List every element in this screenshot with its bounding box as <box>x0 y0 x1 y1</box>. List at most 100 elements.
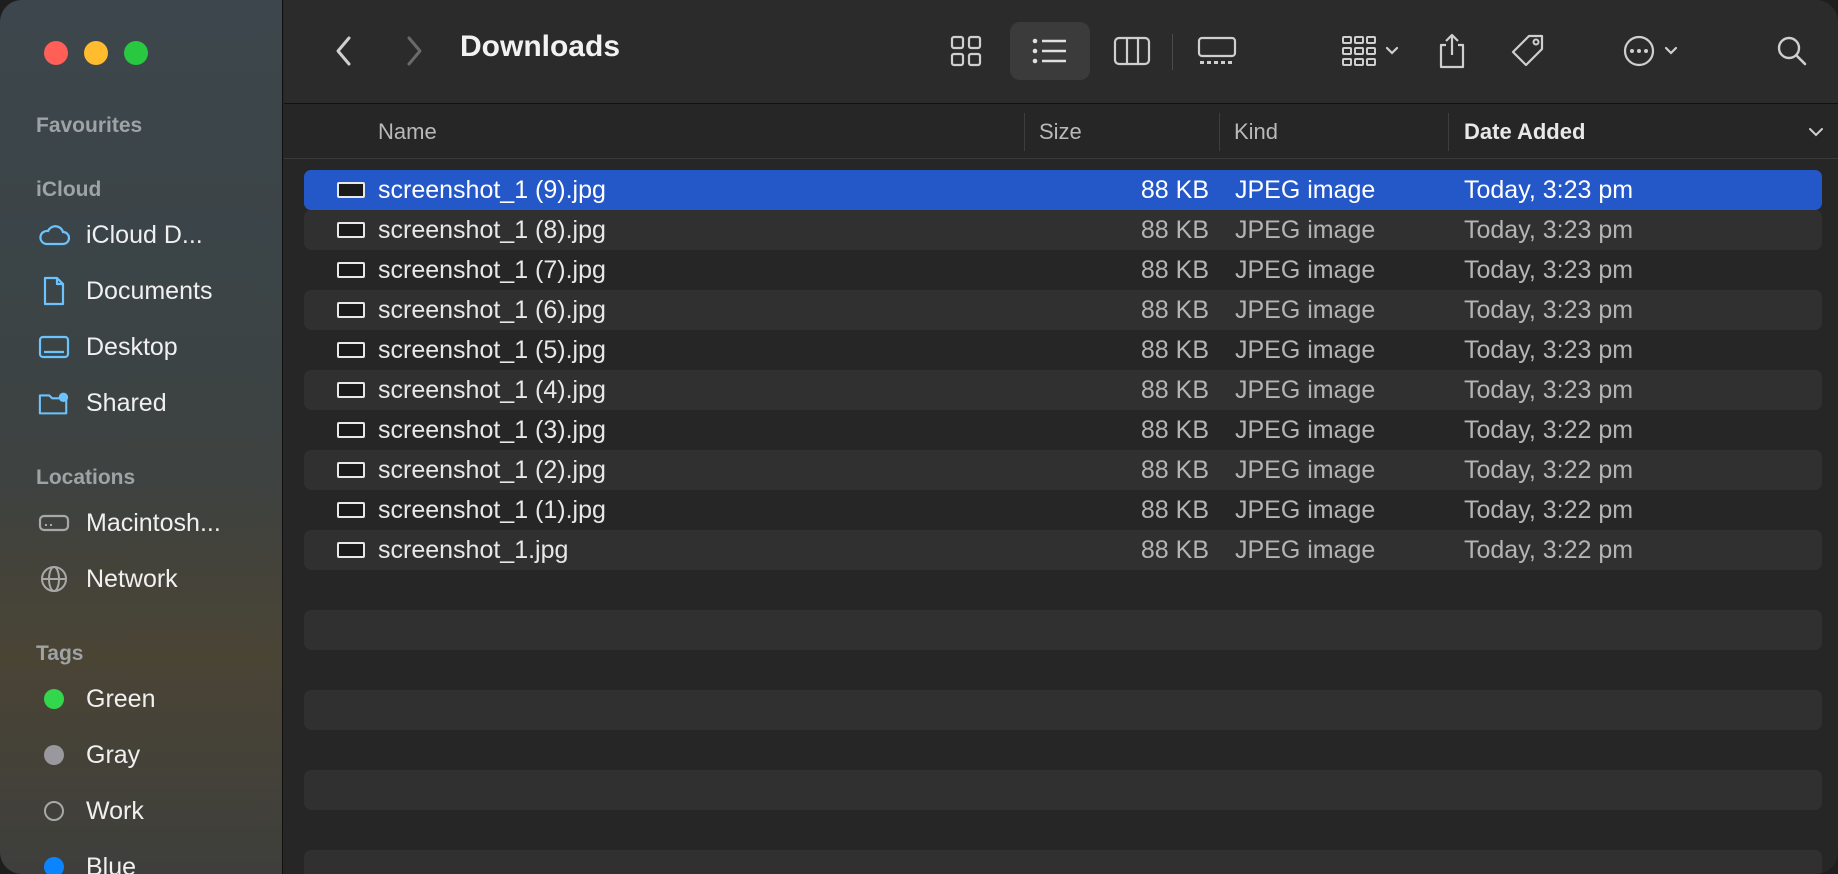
tag-button[interactable] <box>1500 22 1556 80</box>
file-row[interactable]: screenshot_1 (9).jpg 88 KB JPEG image Today… <box>304 170 1822 210</box>
file-date-added: Today, 3:23 pm <box>1464 176 1634 204</box>
column-date-added-header[interactable]: Date Added <box>1464 119 1585 145</box>
empty-row <box>304 650 1822 690</box>
sidebar-tag-work[interactable]: Work <box>38 791 144 831</box>
sidebar-item-label: Macintosh... <box>86 508 221 537</box>
file-date-added: Today, 3:22 pm <box>1464 496 1634 524</box>
file-date-added: Today, 3:22 pm <box>1464 456 1634 484</box>
file-row[interactable]: screenshot_1 (3).jpg 88 KB JPEG image Today… <box>304 410 1822 450</box>
main-content: Downloads Name Size Kind Date Added scre… <box>284 0 1838 874</box>
file-size: 88 KB <box>1140 496 1209 524</box>
empty-row <box>304 810 1822 850</box>
image-file-icon <box>337 302 365 318</box>
finder-window: Favourites iCloud iCloud D... Documents … <box>0 0 1838 874</box>
sidebar-item-label: Blue <box>86 852 137 874</box>
green-tag-icon <box>44 689 64 709</box>
chevron-right-icon <box>407 36 422 66</box>
sidebar-item-label: Documents <box>86 276 213 305</box>
sidebar-item-label: Shared <box>86 388 167 417</box>
group-button[interactable] <box>1330 22 1410 80</box>
column-kind-header[interactable]: Kind <box>1234 119 1278 145</box>
sidebar-item-desktop[interactable]: Desktop <box>38 327 178 367</box>
file-size: 88 KB <box>1140 296 1209 324</box>
file-row[interactable]: screenshot_1 (8).jpg 88 KB JPEG image Today… <box>304 210 1822 250</box>
list-view-icon <box>1032 38 1066 64</box>
file-name: screenshot_1.jpg <box>378 536 569 564</box>
file-name: screenshot_1 (7).jpg <box>378 256 606 284</box>
file-row[interactable]: screenshot_1 (2).jpg 88 KB JPEG image Today… <box>304 450 1822 490</box>
file-kind: JPEG image <box>1235 176 1376 204</box>
sidebar-item-shared[interactable]: Shared <box>38 383 167 423</box>
image-file-icon <box>337 182 365 198</box>
share-button[interactable] <box>1424 22 1480 80</box>
file-size: 88 KB <box>1140 176 1209 204</box>
file-date-added: Today, 3:23 pm <box>1464 216 1634 244</box>
forward-button[interactable] <box>390 22 438 80</box>
file-size: 88 KB <box>1140 456 1209 484</box>
sidebar-tag-gray[interactable]: Gray <box>38 735 140 775</box>
desktop-icon <box>38 331 70 363</box>
file-date-added: Today, 3:23 pm <box>1464 256 1634 284</box>
empty-row <box>304 850 1822 874</box>
file-size: 88 KB <box>1140 376 1209 404</box>
sidebar-tag-blue[interactable]: Blue <box>38 847 136 874</box>
sidebar-item-macintosh-hd[interactable]: Macintosh... <box>38 503 221 543</box>
image-file-icon <box>337 502 365 518</box>
sort-chevron-down-icon[interactable] <box>1808 127 1824 137</box>
minimize-window-button[interactable] <box>84 41 108 65</box>
column-size-header[interactable]: Size <box>1039 119 1082 145</box>
search-button[interactable] <box>1764 22 1820 80</box>
sidebar-item-documents[interactable]: Documents <box>38 271 212 311</box>
file-size: 88 KB <box>1140 336 1209 364</box>
sidebar-section-favourites[interactable]: Favourites <box>36 114 142 138</box>
file-row[interactable]: screenshot_1 (4).jpg 88 KB JPEG image Today… <box>304 370 1822 410</box>
file-name: screenshot_1 (3).jpg <box>378 416 606 444</box>
column-view-button[interactable] <box>1100 22 1164 80</box>
sidebar-section-locations[interactable]: Locations <box>36 466 135 490</box>
file-list: screenshot_1 (9).jpg 88 KB JPEG image Today… <box>304 170 1822 874</box>
sidebar-tag-green[interactable]: Green <box>38 679 155 719</box>
zoom-window-button[interactable] <box>124 41 148 65</box>
ellipsis-circle-icon <box>1623 35 1655 67</box>
icon-view-button[interactable] <box>934 22 998 80</box>
chevron-left-icon <box>336 36 351 66</box>
file-name: screenshot_1 (6).jpg <box>378 296 606 324</box>
window-controls <box>44 41 148 65</box>
close-window-button[interactable] <box>44 41 68 65</box>
more-actions-button[interactable] <box>1610 22 1690 80</box>
gallery-view-icon <box>1197 36 1237 64</box>
drive-icon <box>38 507 70 539</box>
file-kind: JPEG image <box>1235 296 1376 324</box>
icon-view-icon <box>950 35 982 67</box>
empty-row <box>304 690 1822 730</box>
share-icon <box>1439 33 1465 69</box>
sidebar-item-icloud-drive[interactable]: iCloud D... <box>38 215 203 255</box>
back-button[interactable] <box>320 22 368 80</box>
sidebar-item-label: Work <box>86 796 144 825</box>
file-date-added: Today, 3:23 pm <box>1464 296 1634 324</box>
sidebar-section-tags[interactable]: Tags <box>36 642 83 666</box>
file-row[interactable]: screenshot_1 (6).jpg 88 KB JPEG image Today… <box>304 290 1822 330</box>
file-name: screenshot_1 (1).jpg <box>378 496 606 524</box>
file-row[interactable]: screenshot_1 (1).jpg 88 KB JPEG image Today… <box>304 490 1822 530</box>
sidebar-section-icloud[interactable]: iCloud <box>36 178 101 202</box>
list-view-button[interactable] <box>1010 22 1090 80</box>
file-kind: JPEG image <box>1235 336 1376 364</box>
chevron-down-icon <box>1664 46 1678 55</box>
gallery-view-button[interactable] <box>1182 22 1252 80</box>
chevron-down-icon <box>1385 46 1399 55</box>
file-kind: JPEG image <box>1235 256 1376 284</box>
document-icon <box>38 275 70 307</box>
blue-tag-icon <box>44 857 64 874</box>
cloud-icon <box>38 219 70 251</box>
sidebar-item-network[interactable]: Network <box>38 559 178 599</box>
file-row[interactable]: screenshot_1.jpg 88 KB JPEG image Today, 3:… <box>304 530 1822 570</box>
sidebar-item-label: Gray <box>86 740 141 769</box>
image-file-icon <box>337 382 365 398</box>
file-row[interactable]: screenshot_1 (7).jpg 88 KB JPEG image Today… <box>304 250 1822 290</box>
file-row[interactable]: screenshot_1 (5).jpg 88 KB JPEG image Today… <box>304 330 1822 370</box>
column-header: Name Size Kind Date Added <box>284 105 1838 159</box>
file-date-added: Today, 3:22 pm <box>1464 536 1634 564</box>
column-name-header[interactable]: Name <box>378 119 437 145</box>
file-name: screenshot_1 (9).jpg <box>378 176 606 204</box>
